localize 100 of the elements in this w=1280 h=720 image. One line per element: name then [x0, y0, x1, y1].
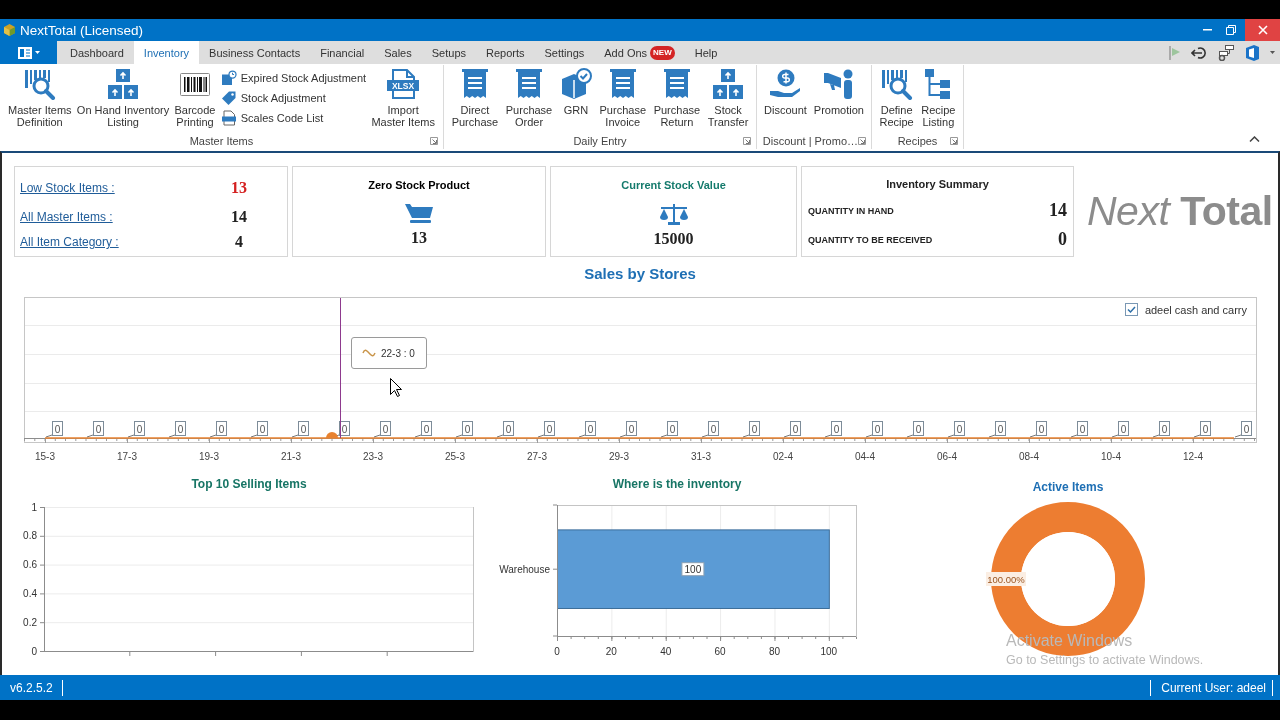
ribbon-button[interactable]: GRN — [559, 68, 592, 116]
window-title: NextTotal (Licensed) — [20, 22, 144, 38]
dialog-launcher-icon[interactable] — [430, 136, 438, 145]
menu-tab[interactable]: Help — [684, 41, 728, 64]
x-axis-label: 21-3 — [281, 451, 301, 462]
leader-line — [578, 434, 586, 438]
ribbon-button[interactable]: Stock Adjustment — [220, 90, 367, 106]
data-label: 0 — [298, 421, 309, 436]
activation-text: Go to Settings to activate Windows. — [1006, 652, 1204, 669]
leader-line — [1234, 434, 1242, 438]
door-icon[interactable] — [1245, 44, 1259, 61]
group-label: Daily Entry — [573, 134, 627, 147]
current-user-label: Current User: adeel — [1160, 680, 1267, 695]
menu-tab[interactable]: Setups — [421, 41, 476, 64]
caret-icon — [34, 51, 40, 54]
stat-value: 13 — [411, 228, 427, 248]
data-label: 100 — [681, 562, 705, 577]
summary-link[interactable]: Low Stock Items : — [20, 181, 115, 195]
leader-line — [865, 434, 873, 438]
caret-icon[interactable] — [1270, 51, 1275, 54]
ribbon-button[interactable]: Purchase Order — [505, 68, 553, 128]
ribbon-button[interactable]: Recipe Listing — [921, 68, 956, 128]
leader-line — [1029, 434, 1037, 438]
data-label: 0 — [93, 421, 104, 436]
tag-icon — [220, 90, 237, 106]
dialog-launcher-icon[interactable] — [950, 136, 958, 145]
card-title: Current Stock Value — [621, 178, 726, 192]
ribbon-button[interactable]: Stock Transfer — [707, 68, 749, 128]
leader-line — [496, 434, 504, 438]
ribbon-button[interactable]: Promotion — [813, 68, 864, 116]
collapse-ribbon-icon[interactable] — [1249, 136, 1260, 142]
ribbon-button[interactable]: Scales Code List — [220, 110, 367, 126]
data-label: 0 — [995, 421, 1006, 436]
menu-tab[interactable]: Business Contacts — [199, 41, 311, 64]
menu-tab[interactable]: Inventory — [133, 41, 200, 64]
group-label: Recipes — [897, 134, 938, 147]
ribbon-button[interactable]: Purchase Invoice — [599, 68, 646, 128]
summary-link[interactable]: All Master Items : — [20, 210, 113, 224]
data-label: 0 — [503, 421, 514, 436]
mouse-pointer-icon — [390, 378, 402, 397]
data-label: 0 — [52, 421, 63, 436]
data-label: 100.00% — [986, 572, 1026, 586]
data-label: 0 — [790, 421, 801, 436]
exit-icon[interactable] — [1191, 45, 1207, 60]
summary-label: QUANTITY IN HAND — [808, 205, 894, 216]
leader-line — [127, 434, 135, 438]
leader-line — [619, 434, 627, 438]
ribbon-button[interactable]: On Hand Inventory Listing — [76, 68, 170, 128]
legend-checkbox[interactable] — [1124, 303, 1138, 316]
close-button[interactable] — [1245, 19, 1280, 41]
close-icon — [1257, 25, 1268, 35]
data-label: 0 — [134, 421, 145, 436]
ribbon-button[interactable]: Expired Stock Adjustment — [220, 70, 367, 86]
barcode-search-icon — [23, 68, 56, 100]
x-axis-label: 100 — [820, 646, 838, 657]
x-axis-label: 23-3 — [363, 451, 383, 462]
x-axis-label: 60 — [714, 646, 726, 657]
data-label: 0 — [380, 421, 391, 436]
menu-tab[interactable]: Settings — [534, 41, 595, 64]
stat-value: 14 — [1049, 200, 1067, 221]
data-label: 0 — [954, 421, 965, 436]
summary-link[interactable]: All Item Category : — [20, 235, 119, 249]
app-menu-button[interactable] — [0, 41, 57, 64]
network-icon[interactable] — [1218, 44, 1234, 61]
leader-line — [1193, 434, 1201, 438]
menu-tab[interactable]: Sales — [374, 41, 422, 64]
data-label: 0 — [626, 421, 637, 436]
menu-tab[interactable]: Reports — [476, 41, 535, 64]
data-label: 0 — [339, 421, 350, 436]
ribbon-button[interactable]: Barcode Printing — [174, 68, 216, 128]
leader-line — [906, 434, 914, 438]
megaphone-person-icon — [822, 68, 855, 100]
leader-line — [250, 434, 258, 438]
ribbon-button[interactable]: Master Items Definition — [8, 68, 72, 128]
x-axis-label: 08-4 — [1019, 451, 1039, 462]
minimize-icon — [1202, 29, 1212, 31]
dialog-launcher-icon[interactable] — [858, 136, 866, 145]
menu-tab[interactable]: Add Ons NEW — [594, 41, 685, 64]
ribbon-button[interactable]: Direct Purchase — [451, 68, 499, 128]
dialog-launcher-icon[interactable] — [743, 136, 751, 145]
x-axis-label: 27-3 — [527, 451, 547, 462]
ribbon-button[interactable]: XLSX Import Master Items — [371, 68, 435, 128]
ribbon-button[interactable]: Define Recipe — [879, 68, 914, 128]
leader-line — [86, 434, 94, 438]
data-label: 0 — [1241, 421, 1252, 436]
menu-tab[interactable]: Dashboard — [60, 41, 134, 64]
x-axis-label: 12-4 — [1183, 451, 1203, 462]
leader-line — [45, 434, 53, 438]
ribbon-button[interactable]: Purchase Return — [653, 68, 701, 128]
data-label: 0 — [913, 421, 924, 436]
data-label: 0 — [749, 421, 760, 436]
ribbon-button[interactable]: Discount — [764, 68, 807, 116]
menu-tab[interactable]: Financial — [310, 41, 375, 64]
stat-value: 0 — [1058, 229, 1067, 250]
leader-line — [988, 434, 996, 438]
wave-icon — [362, 349, 376, 357]
leader-line — [168, 434, 176, 438]
leader-line — [701, 434, 709, 438]
cart-icon — [405, 203, 433, 225]
data-label: 0 — [216, 421, 227, 436]
